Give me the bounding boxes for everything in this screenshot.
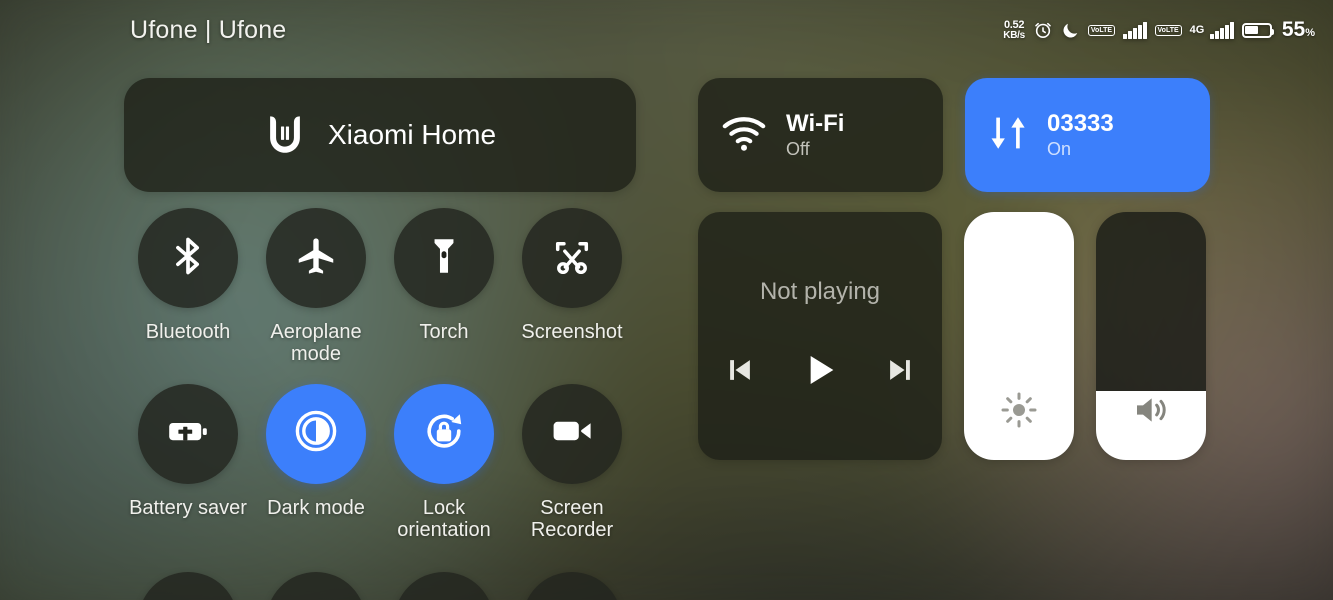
tile-mobile-data-title: 03333 [1047, 109, 1114, 137]
quick-toggles-row-1: Bluetooth Aeroplane mode Torch Screensho… [124, 208, 636, 366]
toggle-partial[interactable] [380, 572, 508, 600]
signal-bars-icon [1210, 21, 1234, 39]
toggle-screenshot-label: Screenshot [521, 321, 623, 343]
xiaomi-home-label: Xiaomi Home [327, 119, 497, 150]
xiaomi-home-shortcut[interactable]: Xiaomi Home [124, 78, 636, 192]
right-column: Wi-Fi Off 03333 On Not playing [698, 78, 1210, 460]
scissors-icon [550, 234, 594, 283]
toggle-screen-recorder-label: Screen Recorder [530, 496, 614, 542]
battery-plus-icon [164, 407, 212, 460]
toggle-screen-recorder[interactable]: Screen Recorder [508, 383, 636, 542]
volume-slider[interactable] [1096, 212, 1206, 460]
left-column: Xiaomi Home Bluetooth Aeroplane mode Tor… [124, 78, 636, 542]
tile-wifi-status: Off [786, 138, 810, 159]
toggle-torch[interactable]: Torch [380, 208, 508, 366]
toggle-screen-recorder-button[interactable] [522, 383, 622, 484]
play-icon[interactable] [800, 350, 840, 395]
toggle-lock-orientation[interactable]: Lock orientation [380, 383, 508, 542]
mobile-network-indicator: 4G [1189, 24, 1205, 36]
volte-top-label: Vo [1090, 26, 1100, 34]
quick-toggles-row-2: Battery saver Dark mode Lock orientation… [124, 383, 636, 542]
tile-mobile-data[interactable]: 03333 On [965, 78, 1210, 192]
media-status-label: Not playing [759, 277, 881, 305]
tile-wifi-title: Wi-Fi [786, 109, 845, 137]
status-bar-icons: 0.52 KB/s Vo LTE Vo LTE 4G 55% [1003, 18, 1315, 42]
toggle-dark-mode-label: Dark mode [267, 496, 365, 519]
quick-toggles-row-3-partial [124, 572, 636, 600]
toggle-battery-saver-button[interactable] [138, 383, 238, 484]
tile-mobile-data-status: On [1047, 138, 1072, 159]
rotation-lock-icon [420, 407, 468, 460]
toggle-screenshot[interactable]: Screenshot [508, 208, 636, 366]
toggle-partial-button[interactable] [522, 572, 622, 600]
network-speed-value: 0.52 [1003, 18, 1025, 31]
battery-icon [1241, 22, 1274, 38]
toggle-aeroplane-mode-button[interactable] [266, 208, 366, 308]
toggle-aeroplane-mode-label: Aeroplane mode [270, 321, 362, 366]
toggle-partial[interactable] [252, 572, 380, 600]
toggle-battery-saver-label: Battery saver [129, 496, 247, 519]
mi-home-logo-icon [264, 112, 306, 159]
toggle-aeroplane-mode[interactable]: Aeroplane mode [252, 208, 380, 366]
alarm-icon [1033, 20, 1053, 40]
network-speed-indicator: 0.52 KB/s [1003, 18, 1025, 41]
tile-wifi[interactable]: Wi-Fi Off [698, 78, 943, 192]
wifi-icon [720, 109, 768, 162]
flashlight-icon [423, 235, 465, 282]
toggle-partial-button[interactable] [394, 572, 494, 600]
network-gen-label: 4G [1189, 24, 1205, 36]
contrast-circle-icon [292, 407, 340, 460]
toggle-torch-label: Torch [419, 321, 469, 343]
status-bar: Ufone | Ufone 0.52 KB/s Vo LTE Vo LTE 4G… [0, 0, 1333, 60]
toggle-partial-button[interactable] [266, 572, 366, 600]
carrier-label: Ufone | Ufone [130, 15, 287, 44]
signal-bars-icon [1123, 21, 1147, 39]
connectivity-row: Wi-Fi Off 03333 On [698, 78, 1210, 192]
battery-percent-label: 55% [1281, 18, 1315, 41]
toggle-partial[interactable] [508, 572, 636, 600]
speaker-icon [1096, 390, 1206, 430]
media-controls [724, 350, 916, 395]
toggle-dark-mode[interactable]: Dark mode [252, 383, 380, 542]
bluetooth-icon [166, 234, 210, 283]
video-camera-icon [548, 407, 596, 460]
media-player-card[interactable]: Not playing [698, 212, 942, 460]
skip-next-icon[interactable] [884, 354, 916, 391]
media-and-sliders-row: Not playing [698, 212, 1210, 460]
volte-icon: Vo LTE [1154, 24, 1182, 36]
volte-top-label: Vo [1157, 26, 1166, 34]
volte-icon: Vo LTE [1087, 24, 1116, 36]
toggle-partial[interactable] [124, 572, 252, 600]
toggle-bluetooth-label: Bluetooth [145, 321, 231, 343]
data-arrows-icon [987, 112, 1029, 159]
brightness-slider[interactable] [964, 212, 1074, 460]
toggle-dark-mode-button[interactable] [266, 383, 366, 484]
toggle-partial-button[interactable] [138, 572, 238, 600]
control-center-panel: Ufone | Ufone 0.52 KB/s Vo LTE Vo LTE 4G… [0, 0, 1333, 600]
toggle-bluetooth[interactable]: Bluetooth [124, 208, 252, 366]
toggle-screenshot-button[interactable] [522, 208, 622, 308]
toggle-lock-orientation-label: Lock orientation [397, 496, 491, 542]
volte-bottom-label: LTE [1099, 26, 1113, 34]
toggle-torch-button[interactable] [394, 208, 494, 308]
airplane-icon [293, 233, 339, 284]
network-speed-unit: KB/s [1003, 29, 1025, 41]
volte-bottom-label: LTE [1165, 26, 1179, 34]
dnd-moon-icon [1061, 21, 1080, 40]
sun-icon [964, 390, 1074, 430]
toggle-bluetooth-button[interactable] [138, 208, 238, 308]
skip-previous-icon[interactable] [724, 354, 756, 391]
toggle-lock-orientation-button[interactable] [394, 383, 494, 484]
toggle-battery-saver[interactable]: Battery saver [124, 383, 252, 542]
